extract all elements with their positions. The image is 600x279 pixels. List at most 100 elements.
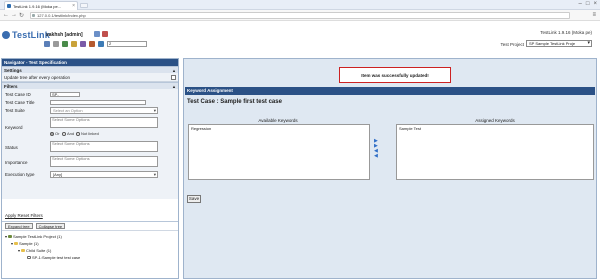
keyword-radio-not-linked[interactable]: Not linked: [76, 131, 99, 136]
navigator-title: Navigator - Test Specification: [2, 59, 178, 66]
header-icons: [94, 31, 108, 37]
reload-icon[interactable]: ↻: [19, 12, 24, 19]
edit-icon[interactable]: [89, 41, 95, 47]
test-suite-placeholder: Select an Option: [53, 108, 83, 113]
logout-icon[interactable]: [102, 31, 108, 37]
tree-toggle-icon[interactable]: ▾: [18, 248, 20, 253]
keyword-multiselect[interactable]: Select Some Options: [50, 117, 158, 128]
update-tree-checkbox[interactable]: [171, 75, 176, 80]
logo-text: TestLink: [12, 30, 50, 40]
tree-toolbar: Expand tree Collapse tree: [2, 221, 178, 230]
keyword-assignment-title: Keyword Assignment: [185, 87, 595, 95]
page-info-icon[interactable]: [32, 14, 35, 17]
assigned-keyword-item[interactable]: Sample Test: [399, 126, 591, 131]
available-keyword-item[interactable]: Regression: [191, 126, 367, 131]
keyword-radio-or[interactable]: Or: [50, 131, 59, 136]
tree-node-label: SP-1:Sample test test case: [32, 255, 81, 260]
project-icon: [8, 235, 13, 238]
test-suite-label: Test Suite: [5, 108, 25, 113]
radio-and-button[interactable]: [62, 131, 66, 136]
filters-panel: Test Case ID SP- Test Case Title Test Su…: [2, 89, 178, 199]
test-project-label: Test Project: [500, 42, 524, 47]
keyword-placeholder: Select Some Options: [52, 117, 90, 122]
tree-node-label: Child Suite (1): [26, 248, 52, 253]
maximize-icon[interactable]: □: [586, 1, 590, 7]
testlink-logo-icon: [2, 31, 10, 39]
importance-label: Importance: [5, 160, 28, 165]
tree-toggle-icon[interactable]: ▾: [11, 241, 13, 246]
execution-icon[interactable]: [71, 41, 77, 47]
tree-node-label: Sample (1): [19, 241, 39, 246]
browser-titlebar: TestLink 1.9.16 (Moka pe... × – □ ×: [0, 0, 600, 10]
test-case-icon: [27, 256, 31, 259]
home-icon[interactable]: [44, 41, 50, 47]
tree-node-label: Sample TestLink Project (1): [13, 234, 62, 239]
test-case-search-input[interactable]: 2: [107, 41, 147, 47]
save-button[interactable]: Save: [187, 195, 201, 203]
radio-or-label: Or: [55, 131, 60, 136]
test-case-id-input[interactable]: SP-: [50, 92, 80, 97]
radio-not-linked-button[interactable]: [76, 131, 80, 136]
minimize-icon[interactable]: –: [579, 1, 582, 7]
status-label: Status: [5, 145, 18, 150]
radio-and-label: And: [67, 131, 75, 136]
settings-header[interactable]: Settings ▲: [2, 66, 178, 73]
move-keyword-controls: ▶ ▶ ◀ ◀: [374, 139, 380, 159]
back-icon[interactable]: ←: [3, 12, 9, 18]
test-case-id-value: SP-: [52, 92, 59, 97]
expand-tree-button[interactable]: Expand tree: [5, 223, 33, 229]
test-project-select[interactable]: SP Sample TestLink Proje: [526, 40, 592, 47]
browser-tab[interactable]: TestLink 1.9.16 (Moka pe... ×: [4, 1, 78, 10]
test-spec-icon[interactable]: [62, 41, 68, 47]
radio-or-button[interactable]: [50, 131, 54, 136]
importance-multiselect[interactable]: Select Some Options: [50, 156, 158, 167]
execution-type-value: [Any]: [53, 172, 63, 177]
test-case-title-label: Test Case Title: [5, 100, 35, 105]
available-keywords-list[interactable]: Regression: [188, 124, 370, 180]
available-keywords-header: Available Keywords: [258, 118, 298, 123]
filters-header[interactable]: Filters ▲: [2, 82, 178, 89]
url-text: 127.0.0.1/testlink/index.php: [37, 13, 86, 18]
folder-icon: [14, 242, 19, 245]
apply-reset-filters-button[interactable]: Apply Reset Filters: [5, 213, 43, 218]
reports-icon[interactable]: [80, 41, 86, 47]
keyword-label: Keyword: [5, 125, 23, 130]
importance-placeholder: Select Some Options: [52, 156, 90, 161]
tree-node-test-case[interactable]: SP-1:Sample test test case: [27, 255, 80, 260]
new-tab-button[interactable]: [80, 3, 88, 8]
update-tree-label: Update tree after every operation: [4, 75, 71, 80]
user-profile-icon[interactable]: [94, 31, 100, 37]
main-content: Item was successfully updated! Keyword A…: [183, 58, 597, 279]
requirements-icon[interactable]: [53, 41, 59, 47]
success-message: Item was successfully updated!: [339, 67, 451, 83]
tree-toggle-icon[interactable]: ▾: [5, 234, 7, 239]
keyword-radio-and[interactable]: And: [62, 131, 74, 136]
assigned-keywords-header: Assigned Keywords: [475, 118, 515, 123]
move-all-left-icon[interactable]: ◀: [374, 154, 380, 159]
test-case-id-label: Test Case ID: [5, 92, 31, 97]
test-project-value: SP Sample TestLink Proje: [529, 41, 576, 46]
favicon-icon: [7, 4, 11, 8]
execution-type-select[interactable]: [Any]: [50, 171, 158, 178]
test-spec-tree: ▾ Sample TestLink Project (1) ▾ Sample (…: [2, 230, 178, 278]
test-case-title-input[interactable]: [50, 100, 146, 105]
collapse-tree-button[interactable]: Collapse tree: [35, 223, 66, 229]
testlink-logo[interactable]: TestLink: [2, 30, 50, 40]
update-tree-row: Update tree after every operation: [2, 73, 178, 82]
version-label: TestLink 1.9.16 (Moka pe): [540, 30, 592, 35]
status-placeholder: Select Some Options: [52, 141, 90, 146]
url-field[interactable]: 127.0.0.1/testlink/index.php: [30, 12, 570, 19]
assigned-keywords-list[interactable]: Sample Test: [396, 124, 594, 180]
forward-icon[interactable]: →: [11, 12, 17, 18]
close-tab-icon[interactable]: ×: [72, 3, 75, 9]
tree-node-project[interactable]: ▾ Sample TestLink Project (1): [5, 234, 62, 239]
browser-menu-icon[interactable]: ≡: [592, 12, 596, 18]
address-bar-row: ← → ↻ 127.0.0.1/testlink/index.php ≡: [0, 10, 600, 21]
tree-node-suite[interactable]: ▾ Sample (1): [11, 241, 39, 246]
close-window-icon[interactable]: ×: [593, 1, 597, 7]
search-icon[interactable]: [98, 41, 104, 47]
tree-node-child-suite[interactable]: ▾ Child Suite (1): [18, 248, 51, 253]
test-case-title: Test Case : Sample first test case: [187, 99, 282, 105]
status-multiselect[interactable]: Select Some Options: [50, 141, 158, 152]
test-suite-select[interactable]: Select an Option: [50, 107, 158, 114]
